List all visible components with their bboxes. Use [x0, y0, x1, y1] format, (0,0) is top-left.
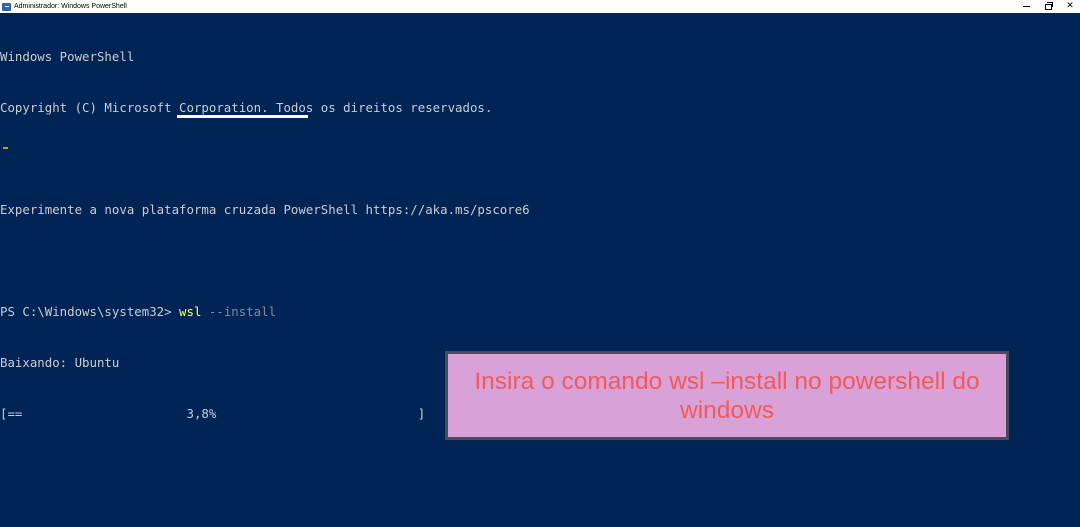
command-name: wsl — [179, 304, 202, 319]
annotation-callout: Insira o comando wsl –install no powersh… — [445, 351, 1009, 440]
annotation-text: Insira o comando wsl –install no powersh… — [474, 367, 980, 424]
scrollbar[interactable] — [1070, 13, 1080, 527]
command-args: --install — [201, 304, 277, 319]
restore-icon — [1044, 1, 1053, 10]
text-cursor — [3, 147, 8, 149]
window-title: Administrador: Windows PowerShell — [14, 3, 127, 10]
terminal-line: Windows PowerShell — [0, 49, 135, 64]
terminal-line: Experimente a nova plataforma cruzada Po… — [0, 202, 530, 217]
minimize-icon — [1022, 6, 1030, 7]
command-highlight-underline — [177, 115, 308, 118]
title-bar[interactable]: Administrador: Windows PowerShell ✕ — [0, 0, 1080, 13]
close-icon: ✕ — [1066, 1, 1074, 11]
prompt: PS C:\Windows\system32> — [0, 304, 180, 319]
command-line: PS C:\Windows\system32> wsl --install — [0, 303, 1070, 320]
close-button[interactable]: ✕ — [1056, 0, 1080, 13]
terminal-line: Copyright (C) Microsoft Corporation. Tod… — [0, 100, 493, 115]
powershell-icon — [2, 2, 11, 11]
powershell-window: Administrador: Windows PowerShell ✕ Wind… — [0, 0, 1080, 527]
